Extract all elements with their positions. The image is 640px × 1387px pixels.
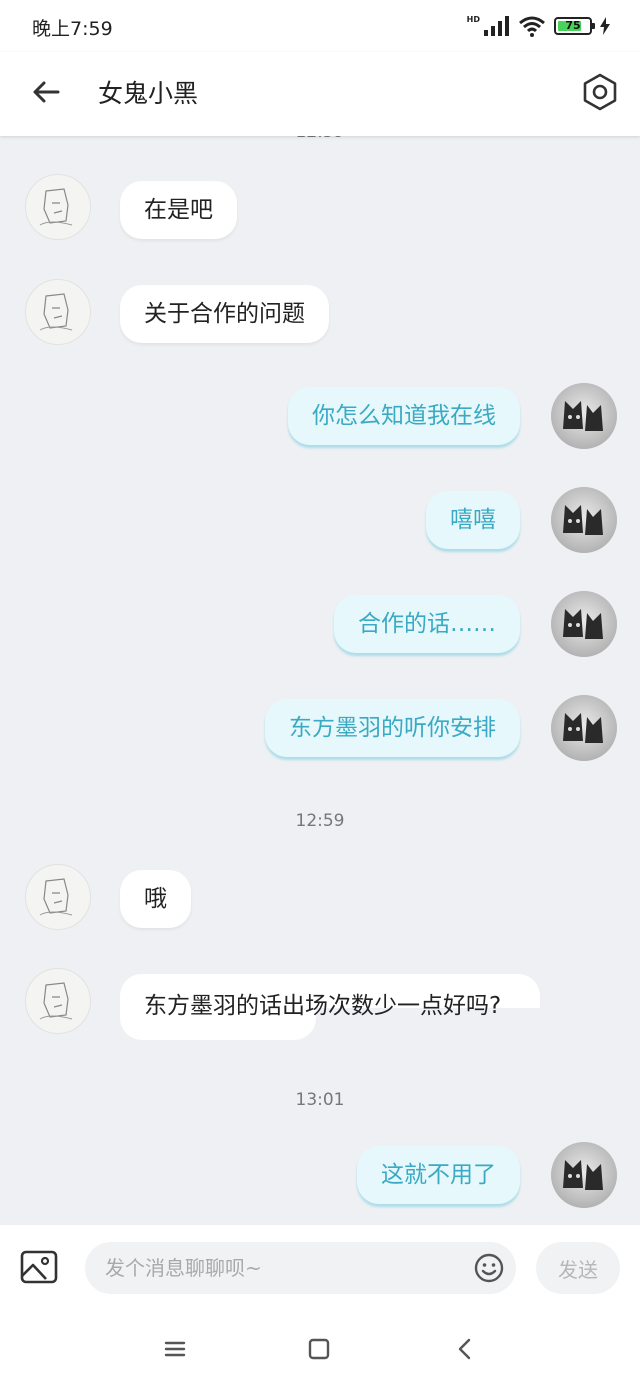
- status-icons: HD 75: [467, 14, 610, 38]
- timestamp: 13:01: [295, 1090, 345, 1110]
- input-bar: 发送: [0, 1225, 640, 1311]
- user-avatar[interactable]: [551, 487, 617, 553]
- message-bubble-received: 关于合作的问题: [120, 285, 329, 343]
- image-icon[interactable]: [20, 1250, 58, 1284]
- menu-icon[interactable]: [161, 1335, 189, 1363]
- timestamp: 12:59: [295, 811, 345, 831]
- user-avatar[interactable]: [551, 1142, 617, 1208]
- settings-icon[interactable]: [580, 72, 620, 112]
- network-label: HD: [466, 14, 480, 24]
- chat-header: 女鬼小黑: [0, 52, 640, 136]
- message-bubble-sent: 这就不用了: [357, 1146, 520, 1204]
- back-icon[interactable]: [451, 1335, 479, 1363]
- message-text: 东方墨羽的话出场次数少一点好吗?: [144, 993, 502, 1019]
- message-bubble-received: 在是吧: [120, 181, 237, 239]
- status-bar: 晚上7:59 HD 75: [0, 0, 640, 52]
- message-bubble-sent: 东方墨羽的听你安排: [265, 699, 520, 757]
- user-avatar[interactable]: [551, 383, 617, 449]
- user-avatar[interactable]: [551, 591, 617, 657]
- status-time: 晚上7:59: [32, 18, 113, 40]
- system-nav-bar: [0, 1311, 640, 1387]
- charging-icon: [600, 17, 610, 35]
- back-arrow-icon[interactable]: [26, 72, 66, 112]
- wifi-icon: [519, 16, 545, 37]
- home-icon[interactable]: [305, 1335, 333, 1363]
- chat-area[interactable]: 12:59 在是吧 关于合作的问题 你怎么知道我在线 嘻嘻 合作的话…… 东方墨…: [0, 136, 640, 1225]
- message-bubble-sent: 嘻嘻: [426, 491, 520, 549]
- user-avatar[interactable]: [551, 695, 617, 761]
- chat-title: 女鬼小黑: [98, 79, 199, 108]
- timestamp: 12:59: [0, 136, 640, 142]
- message-input[interactable]: [85, 1242, 516, 1294]
- message-bubble-sent: 合作的话……: [334, 595, 520, 653]
- contact-avatar[interactable]: [25, 968, 91, 1034]
- message-bubble-sent: 你怎么知道我在线: [288, 387, 520, 445]
- battery-icon: 75: [554, 17, 595, 35]
- message-bubble-received: 东方墨羽的话出场次数少一点好吗?: [120, 974, 540, 1040]
- contact-avatar[interactable]: [25, 864, 91, 930]
- send-button[interactable]: 发送: [536, 1242, 620, 1294]
- message-bubble-received: 哦: [120, 870, 191, 928]
- contact-avatar[interactable]: [25, 174, 91, 240]
- battery-level: 75: [565, 19, 581, 32]
- signal-icon: [484, 16, 509, 36]
- emoji-icon[interactable]: [474, 1253, 504, 1283]
- contact-avatar[interactable]: [25, 279, 91, 345]
